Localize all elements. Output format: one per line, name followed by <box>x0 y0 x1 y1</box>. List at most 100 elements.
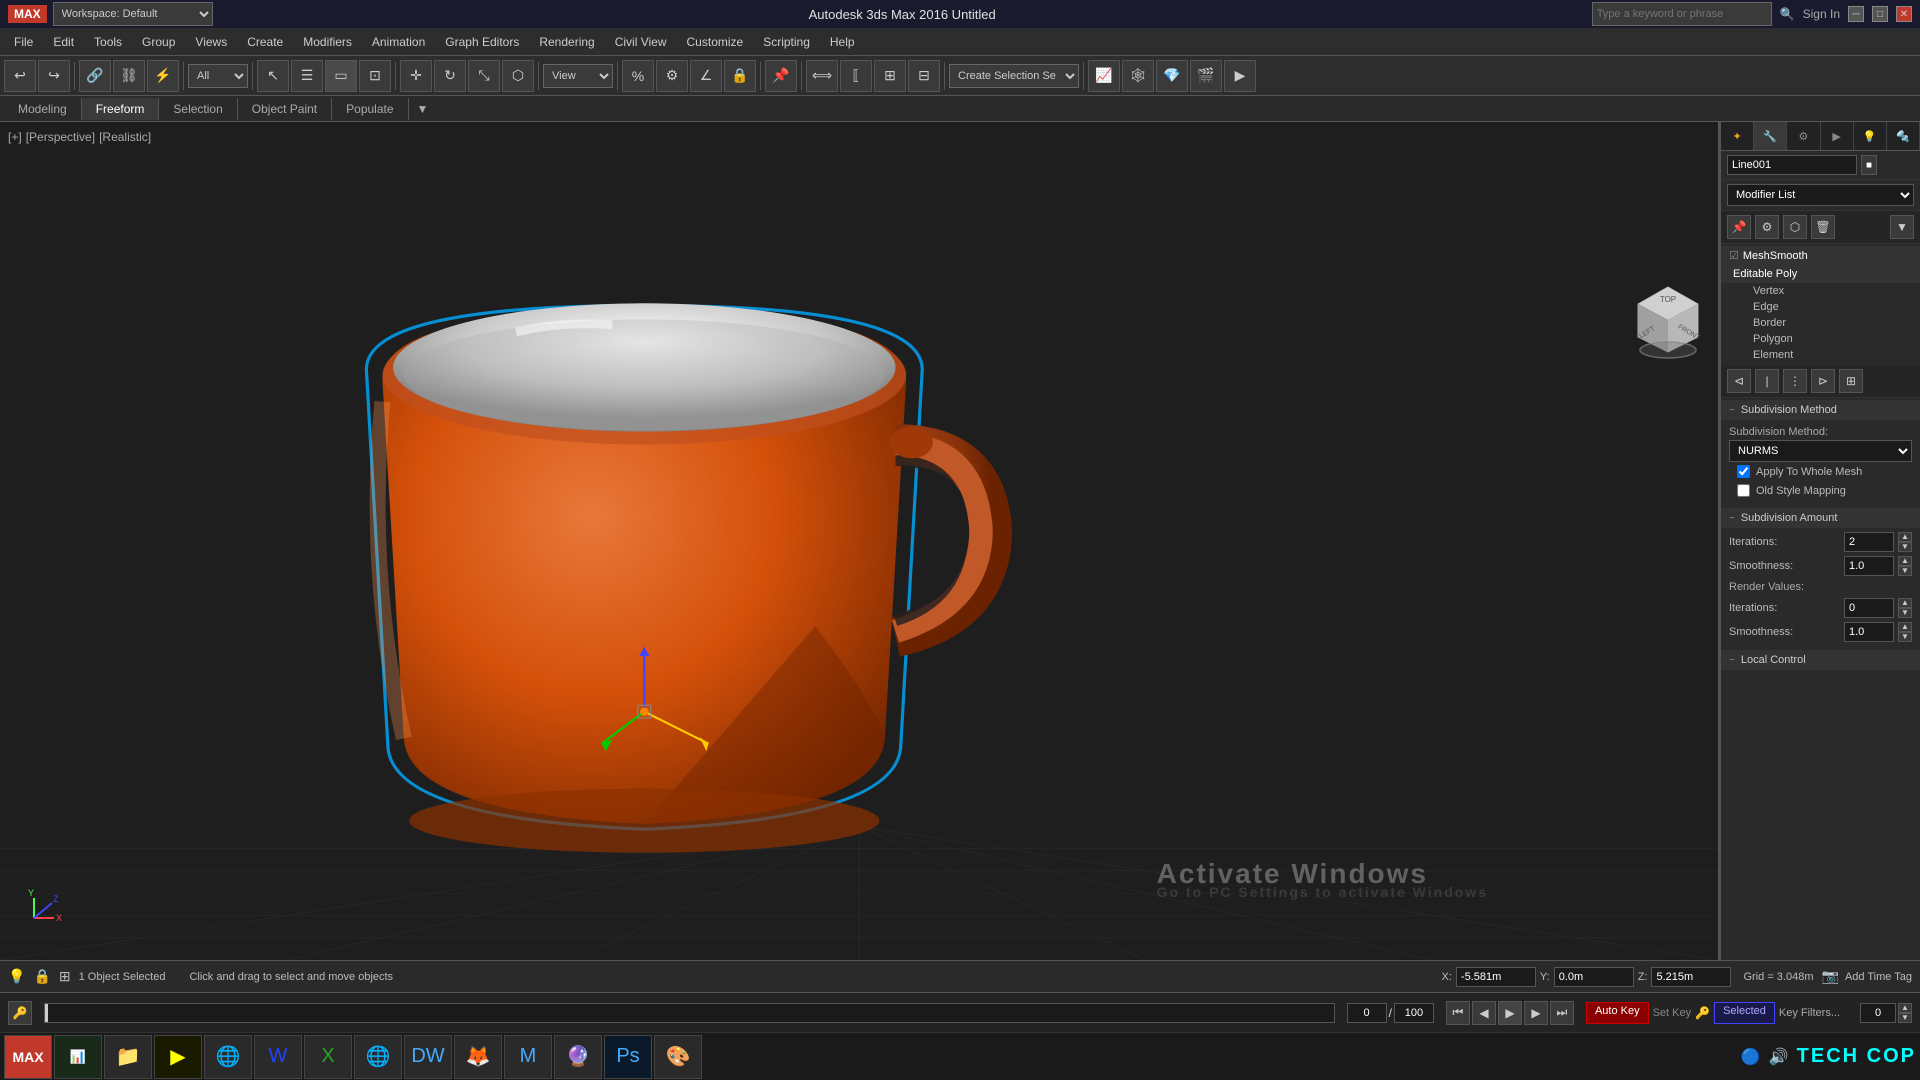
auto-key-button[interactable]: Auto Key <box>1586 1002 1649 1024</box>
current-frame-input[interactable]: 0 <box>1860 1003 1896 1023</box>
view-select[interactable]: View <box>543 64 613 88</box>
iterations-input[interactable]: 2 <box>1844 532 1894 552</box>
render-scene-button[interactable]: 🎬 <box>1190 60 1222 92</box>
rotate-button[interactable]: ↻ <box>434 60 466 92</box>
curve-editor-button[interactable]: 📈 <box>1088 60 1120 92</box>
frame-down[interactable]: ▼ <box>1898 1013 1912 1023</box>
sub-icon-3[interactable]: ⋮ <box>1783 369 1807 393</box>
menu-create[interactable]: Create <box>237 31 293 53</box>
configure-button[interactable]: ⚙ <box>1755 215 1779 239</box>
close-button[interactable]: ✕ <box>1896 6 1912 22</box>
iterations-up[interactable]: ▲ <box>1898 532 1912 542</box>
tab-modeling[interactable]: Modeling <box>4 98 82 120</box>
next-frame-btn[interactable]: ▶ <box>1524 1001 1548 1025</box>
move-button[interactable]: ✛ <box>400 60 432 92</box>
remove-modifier-button[interactable]: 🗑 <box>1811 215 1835 239</box>
select-object-button[interactable]: ↖ <box>257 60 289 92</box>
stack-item-polygon[interactable]: Polygon <box>1721 331 1920 347</box>
menu-animation[interactable]: Animation <box>362 31 435 53</box>
snap-toggle-button[interactable]: 🔒 <box>724 60 756 92</box>
frame-up[interactable]: ▲ <box>1898 1003 1912 1013</box>
quick-render-button[interactable]: ▶ <box>1224 60 1256 92</box>
panel-tab-display[interactable]: 💡 <box>1854 122 1887 150</box>
menu-civil-view[interactable]: Civil View <box>605 31 677 53</box>
smoothness-input[interactable]: 1.0 <box>1844 556 1894 576</box>
menu-tools[interactable]: Tools <box>84 31 132 53</box>
render-smooth-input[interactable]: 1.0 <box>1844 622 1894 642</box>
bind-to-space-button[interactable]: ⚡ <box>147 60 179 92</box>
stack-item-element[interactable]: Element <box>1721 347 1920 363</box>
play-btn[interactable]: ▶ <box>1498 1001 1522 1025</box>
frame-start-input[interactable] <box>1347 1003 1387 1023</box>
iterations-down[interactable]: ▼ <box>1898 542 1912 552</box>
smoothness-down[interactable]: ▼ <box>1898 566 1912 576</box>
object-color-swatch[interactable]: ■ <box>1861 155 1877 175</box>
align-button[interactable]: ⟦ <box>840 60 872 92</box>
align-view-button[interactable]: ⊞ <box>874 60 906 92</box>
taskbar-app12[interactable]: 🎨 <box>654 1035 702 1079</box>
window-crossing-button[interactable]: ⊡ <box>359 60 391 92</box>
taskbar-max[interactable]: MAX <box>4 1035 52 1079</box>
panel-tab-motion[interactable]: ▶ <box>1821 122 1854 150</box>
menu-file[interactable]: File <box>4 31 43 53</box>
make-unique-button[interactable]: ⬡ <box>1783 215 1807 239</box>
key-filters-btn[interactable]: Key Filters... <box>1779 1007 1840 1019</box>
render-iter-input[interactable]: 0 <box>1844 598 1894 618</box>
render-smooth-spinner[interactable]: ▲ ▼ <box>1898 622 1912 642</box>
unlink-button[interactable]: ⛓ <box>113 60 145 92</box>
prev-key-btn[interactable]: ⏮ <box>1446 1001 1470 1025</box>
frame-end-input[interactable] <box>1394 1003 1434 1023</box>
tab-selection[interactable]: Selection <box>159 98 237 120</box>
menu-views[interactable]: Views <box>185 31 237 53</box>
panel-tab-utilities[interactable]: 🔩 <box>1887 122 1920 150</box>
scale-uniform-button[interactable]: ⬡ <box>502 60 534 92</box>
panel-tab-hierarchy[interactable]: ⚙ <box>1787 122 1820 150</box>
menu-customize[interactable]: Customize <box>677 31 754 53</box>
secondary-toolbar-more[interactable]: ▼ <box>417 102 429 116</box>
menu-scripting[interactable]: Scripting <box>753 31 820 53</box>
next-key-btn[interactable]: ⏭ <box>1550 1001 1574 1025</box>
viewport-realistic[interactable]: [Realistic] <box>99 130 151 144</box>
add-time-tag-label[interactable]: Add Time Tag <box>1845 971 1912 983</box>
create-selection-select[interactable]: Create Selection Se <box>949 64 1079 88</box>
menu-edit[interactable]: Edit <box>43 31 84 53</box>
stack-item-vertex[interactable]: Vertex <box>1721 283 1920 299</box>
menu-rendering[interactable]: Rendering <box>529 31 604 53</box>
anim-key-mode-btn[interactable]: 🔑 <box>8 1001 32 1025</box>
taskbar-app10[interactable]: 🔮 <box>554 1035 602 1079</box>
taskbar-chrome[interactable]: 🌐 <box>354 1035 402 1079</box>
taskbar-word[interactable]: W <box>254 1035 302 1079</box>
render-iter-spinner[interactable]: ▲ ▼ <box>1898 598 1912 618</box>
smoothness-up[interactable]: ▲ <box>1898 556 1912 566</box>
viewport[interactable]: [+] [Perspective] [Realistic] <box>0 122 1720 960</box>
tab-object-paint[interactable]: Object Paint <box>238 98 332 120</box>
render-smooth-down[interactable]: ▼ <box>1898 632 1912 642</box>
subdivision-method-header[interactable]: − Subdivision Method <box>1721 400 1920 420</box>
select-link-button[interactable]: 🔗 <box>79 60 111 92</box>
menu-graph-editors[interactable]: Graph Editors <box>435 31 529 53</box>
z-coord-input[interactable]: 5.215m <box>1651 967 1731 987</box>
tab-populate[interactable]: Populate <box>332 98 408 120</box>
schematic-button[interactable]: 🕸 <box>1122 60 1154 92</box>
subdivision-amount-header[interactable]: − Subdivision Amount <box>1721 508 1920 528</box>
render-smooth-up[interactable]: ▲ <box>1898 622 1912 632</box>
spacing-button[interactable]: ⊟ <box>908 60 940 92</box>
sub-icon-2[interactable]: | <box>1755 369 1779 393</box>
local-control-header[interactable]: − Local Control <box>1721 650 1920 670</box>
taskbar-tally[interactable]: 📊 <box>54 1035 102 1079</box>
old-style-checkbox[interactable] <box>1737 484 1750 497</box>
sub-icon-1[interactable]: ⊲ <box>1727 369 1751 393</box>
object-name-input[interactable]: Line001 <box>1727 155 1857 175</box>
taskbar-dreamweaver[interactable]: DW <box>404 1035 452 1079</box>
viewport-perspective[interactable]: [Perspective] <box>26 130 95 144</box>
undo-button[interactable]: ↩ <box>4 60 36 92</box>
named-selection-button[interactable]: 📌 <box>765 60 797 92</box>
scale-button[interactable]: ⤡ <box>468 60 500 92</box>
signin-label[interactable]: Sign In <box>1803 7 1840 21</box>
mirror-button[interactable]: ⟺ <box>806 60 838 92</box>
selected-button[interactable]: Selected <box>1714 1002 1775 1024</box>
render-iter-up[interactable]: ▲ <box>1898 598 1912 608</box>
panel-tab-create[interactable]: ✦ <box>1721 122 1754 150</box>
prev-frame-btn[interactable]: ◀ <box>1472 1001 1496 1025</box>
stack-item-meshsmooth[interactable]: ☑ MeshSmooth <box>1721 246 1920 265</box>
